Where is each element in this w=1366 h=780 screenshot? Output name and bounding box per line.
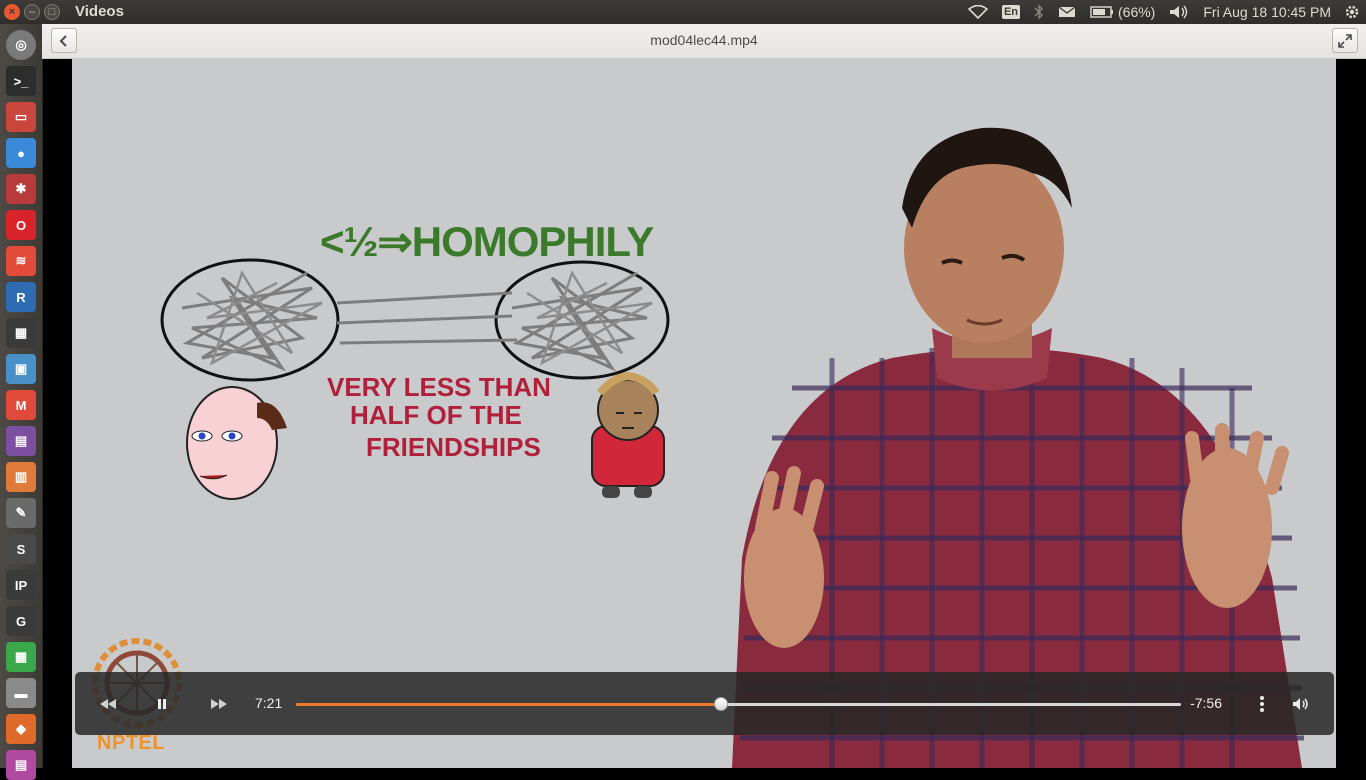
indicator-area: En (66%) Fri Aug 18 10:45 PM [961,0,1366,24]
launcher-gmail-icon[interactable]: M [6,390,36,420]
battery-percentage: (66%) [1118,4,1156,20]
keyboard-layout-indicator[interactable]: En [995,0,1027,24]
skip-previous-icon [100,699,116,709]
launcher-settings-tool-icon[interactable]: ✱ [6,174,36,204]
right-cartoon-character [591,371,665,498]
slide-caption-line-2: HALF OF THE [350,400,522,430]
launcher-ipython-icon[interactable]: IP [6,570,36,600]
launcher-r-language-icon[interactable]: R [6,282,36,312]
launcher-chrome-icon[interactable]: ● [6,138,36,168]
launcher: ◎ >_ ▭ ● ✱ O ≋ R ▦ ▣ M ▤ ▥ ✎ S IP G ▦ ▬ ◆ ▤ [0,24,43,780]
fullscreen-icon [1338,33,1352,48]
launcher-presentation-icon[interactable]: ▥ [6,462,36,492]
app-title: Videos [75,3,124,20]
next-button[interactable] [208,694,230,714]
volume-button[interactable] [1290,694,1312,714]
pause-button[interactable] [153,694,171,714]
previous-button[interactable] [97,694,119,714]
launcher-opera-icon[interactable]: O [6,210,36,240]
slide-title: <½⇒HOMOPHILY [320,218,654,265]
launcher-workspaces-icon[interactable]: ▤ [6,750,36,780]
window-controls: × – □ [4,4,60,20]
nptel-watermark: NPTEL [97,732,166,754]
clock[interactable]: Fri Aug 18 10:45 PM [1196,0,1338,24]
battery-indicator[interactable]: (66%) [1083,0,1162,24]
remaining-time: -7:56 [1190,695,1222,711]
settings-gear-icon[interactable] [1338,0,1366,24]
pause-icon [158,699,166,709]
volume-icon[interactable] [1162,0,1196,24]
wifi-icon[interactable] [961,0,995,24]
more-vertical-icon [1260,696,1264,712]
seek-bar-handle[interactable] [713,697,728,711]
minimize-window-button[interactable]: – [24,4,40,20]
keyboard-layout-label: En [1001,5,1020,19]
launcher-sublime-text-icon[interactable]: S [6,534,36,564]
seek-bar-progress [296,703,721,706]
launcher-ubuntu-dash-icon[interactable]: ◎ [6,30,36,60]
launcher-software-center-icon[interactable]: ◆ [6,714,36,744]
volume-icon [1293,698,1308,710]
launcher-image-viewer-icon[interactable]: ▣ [6,354,36,384]
launcher-video-editor-icon[interactable]: ▦ [6,318,36,348]
mail-icon[interactable] [1051,0,1083,24]
launcher-media-player-icon[interactable]: ▤ [6,426,36,456]
launcher-files-archive-icon[interactable]: ▭ [6,102,36,132]
maximize-window-button[interactable]: □ [44,4,60,20]
top-panel: × – □ Videos En (66%) Fri Aug 18 10:45 P… [0,0,1366,24]
launcher-text-editor-icon[interactable]: ✎ [6,498,36,528]
bluetooth-icon[interactable] [1027,0,1051,24]
launcher-spreadsheet-icon[interactable]: ▦ [6,642,36,672]
player-controls: 7:21 -7:56 [75,672,1334,735]
video-scene: <½⇒HOMOPHILY VERY LESS THAN HALF OF THE … [72,58,1336,768]
seek-bar[interactable] [296,697,1181,711]
skip-next-icon [211,699,227,709]
video-frame[interactable]: <½⇒HOMOPHILY VERY LESS THAN HALF OF THE … [72,58,1336,768]
fullscreen-button[interactable] [1332,28,1358,53]
launcher-gnuplot-icon[interactable]: G [6,606,36,636]
slide-caption-line-1: VERY LESS THAN [327,372,551,402]
launcher-document-viewer-icon[interactable]: ≋ [6,246,36,276]
slide-caption-line-3: FRIENDSHIPS [366,432,541,462]
close-window-button[interactable]: × [4,4,20,20]
video-header-bar: mod04lec44.mp4 [42,24,1366,59]
video-filename: mod04lec44.mp4 [650,32,758,48]
more-options-button[interactable] [1253,694,1271,714]
launcher-disk-drive-icon[interactable]: ▬ [6,678,36,708]
battery-icon [1090,6,1113,18]
launcher-terminal-icon[interactable]: >_ [6,66,36,96]
elapsed-time: 7:21 [255,695,283,711]
